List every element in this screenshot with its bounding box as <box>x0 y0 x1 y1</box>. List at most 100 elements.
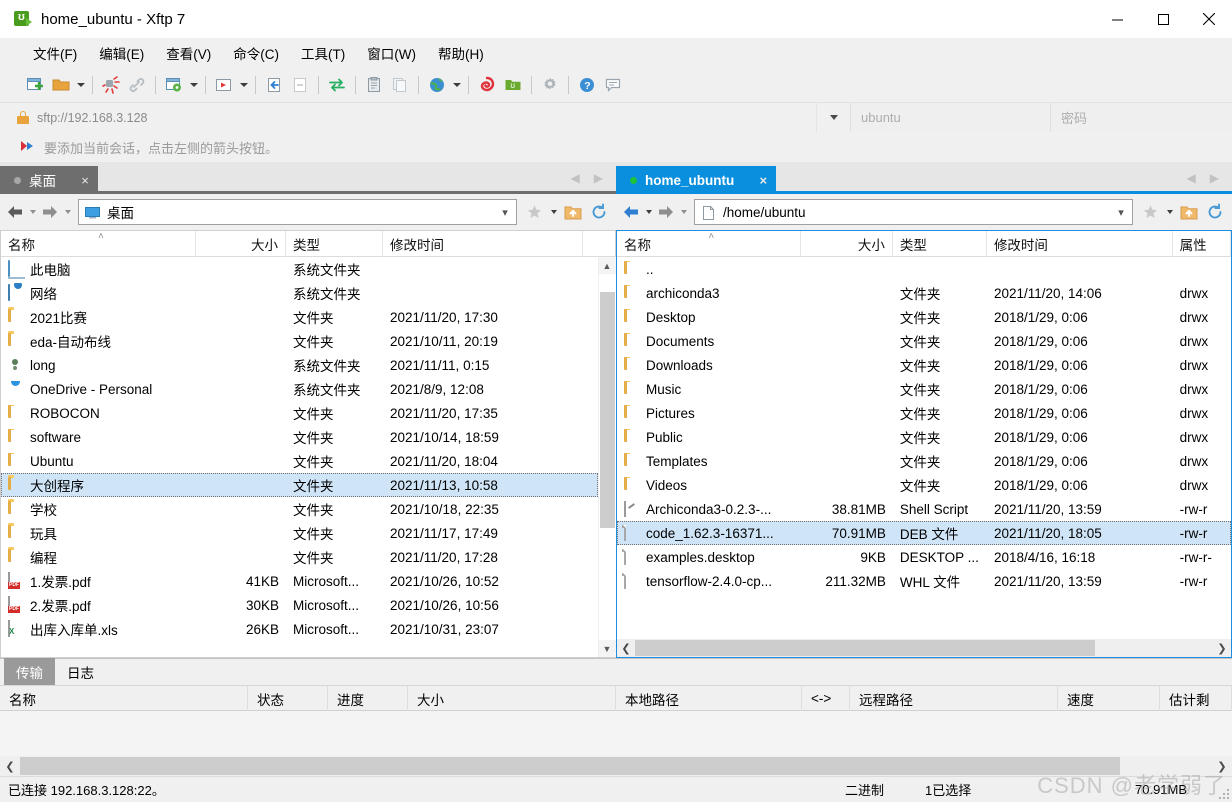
menu-help[interactable]: 帮助(H) <box>427 39 495 67</box>
tab-transfer[interactable]: 传输 <box>4 658 55 686</box>
remote-path-dropdown-icon[interactable]: ▾ <box>1110 206 1132 219</box>
remote-back-button[interactable] <box>620 200 642 224</box>
local-tab-desktop[interactable]: 桌面 × <box>0 166 98 194</box>
column-header-size[interactable]: 大小 <box>801 231 893 257</box>
open-folder-dropdown-icon[interactable] <box>74 72 87 98</box>
transfer-column-header-status[interactable]: 状态 <box>248 686 328 711</box>
transfer-horizontal-scrollbar[interactable]: ❮ ❯ <box>0 756 1232 776</box>
file-row[interactable]: Videos 文件夹 2018/1/29, 0:06 drwx <box>617 473 1231 497</box>
local-bookmark-dropdown-icon[interactable] <box>547 200 560 224</box>
maximize-button[interactable] <box>1140 0 1186 38</box>
column-header-type[interactable]: 类型 <box>286 231 383 257</box>
transfer-column-header-eta[interactable]: 估计剩 <box>1160 686 1232 711</box>
remote-hscroll-track[interactable] <box>635 639 1213 657</box>
remote-hscroll-left-icon[interactable]: ❮ <box>617 639 635 657</box>
remote-up-folder-icon[interactable] <box>1176 199 1202 225</box>
local-path-input[interactable]: 桌面 ▾ <box>78 199 517 225</box>
settings-gear-icon[interactable] <box>537 72 563 98</box>
tab-scroll-left-icon[interactable]: ◀ <box>571 171 580 185</box>
file-row[interactable]: examples.desktop 9KB DESKTOP ... 2018/4/16,… <box>617 545 1231 569</box>
remote-file-rows[interactable]: .. archiconda3 文件夹 2021/11/20, 14:06 drwx Des… <box>617 257 1231 639</box>
file-row[interactable]: 2021比赛 文件夹 2021/11/20, 17:30 <box>1 305 598 329</box>
file-row[interactable]: Archiconda3-0.2.3-... 38.81MB Shell Script… <box>617 497 1231 521</box>
resize-grip[interactable] <box>1217 787 1229 799</box>
menu-window[interactable]: 窗口(W) <box>356 39 427 67</box>
menu-command[interactable]: 命令(C) <box>222 39 290 67</box>
local-vertical-scrollbar[interactable]: ▲ ▼ <box>598 257 616 657</box>
remote-tab-close-icon[interactable]: × <box>756 173 770 188</box>
file-row[interactable]: long 系统文件夹 2021/11/11, 0:15 <box>1 353 598 377</box>
menu-file[interactable]: 文件(F) <box>22 39 88 67</box>
file-row[interactable]: Templates 文件夹 2018/1/29, 0:06 drwx <box>617 449 1231 473</box>
remote-forward-dropdown-icon[interactable] <box>677 200 690 224</box>
column-header-mtime[interactable]: 修改时间 <box>383 231 583 257</box>
local-scroll-track[interactable] <box>598 274 616 640</box>
paste-icon[interactable] <box>361 72 387 98</box>
file-row[interactable]: 大创程序 文件夹 2021/11/13, 10:58 <box>1 473 598 497</box>
session-properties-icon[interactable] <box>161 72 187 98</box>
remote-bookmark-dropdown-icon[interactable] <box>1163 200 1176 224</box>
menu-edit[interactable]: 编辑(E) <box>88 39 155 67</box>
file-row[interactable]: 2.发票.pdf 30KB Microsoft... 2021/10/26, 10:5… <box>1 593 598 617</box>
open-folder-icon[interactable] <box>48 72 74 98</box>
file-row[interactable]: Ubuntu 文件夹 2021/11/20, 18:04 <box>1 449 598 473</box>
file-row[interactable]: Public 文件夹 2018/1/29, 0:06 drwx <box>617 425 1231 449</box>
local-back-dropdown-icon[interactable] <box>26 200 39 224</box>
local-back-button[interactable] <box>4 200 26 224</box>
file-row[interactable]: 出库入库单.xls 26KB Microsoft... 2021/10/31, 23:… <box>1 617 598 641</box>
menu-view[interactable]: 查看(V) <box>155 39 222 67</box>
transfer-hscroll-thumb[interactable] <box>20 757 1120 775</box>
local-file-rows[interactable]: 此电脑 系统文件夹 网络 系统文件夹 2021比赛 文件夹 2021/11/20, 17:3… <box>1 257 598 657</box>
tab-scroll-right-icon[interactable]: ▶ <box>594 171 603 185</box>
transfer-hscroll-right-icon[interactable]: ❯ <box>1212 756 1232 776</box>
feedback-icon[interactable] <box>600 72 626 98</box>
tab-log[interactable]: 日志 <box>55 658 106 686</box>
local-forward-dropdown-icon[interactable] <box>61 200 74 224</box>
file-row[interactable]: tensorflow-2.4.0-cp... 211.32MB WHL 文件 2021… <box>617 569 1231 593</box>
remote-horizontal-scrollbar[interactable]: ❮ ❯ <box>617 639 1231 657</box>
local-forward-button[interactable] <box>39 200 61 224</box>
file-row[interactable]: Desktop 文件夹 2018/1/29, 0:06 drwx <box>617 305 1231 329</box>
local-scroll-down-icon[interactable]: ▼ <box>598 640 616 657</box>
sync-icon[interactable] <box>324 72 350 98</box>
session-properties-dropdown-icon[interactable] <box>187 72 200 98</box>
column-header-size[interactable]: 大小 <box>196 231 286 257</box>
file-row[interactable]: Music 文件夹 2018/1/29, 0:06 drwx <box>617 377 1231 401</box>
remote-hscroll-thumb[interactable] <box>635 640 1095 656</box>
link-icon[interactable] <box>124 72 150 98</box>
file-row[interactable]: archiconda3 文件夹 2021/11/20, 14:06 drwx <box>617 281 1231 305</box>
file-row[interactable]: eda-自动布线 文件夹 2021/10/11, 20:19 <box>1 329 598 353</box>
file-row[interactable]: 学校 文件夹 2021/10/18, 22:35 <box>1 497 598 521</box>
remote-back-dropdown-icon[interactable] <box>642 200 655 224</box>
url-dropdown-icon[interactable] <box>816 103 850 132</box>
transfer-hscroll-left-icon[interactable]: ❮ <box>0 756 20 776</box>
local-scroll-up-icon[interactable]: ▲ <box>598 257 616 274</box>
column-header-name[interactable]: 名称 ˄ <box>617 231 801 257</box>
transfer-hscroll-track[interactable] <box>20 756 1212 776</box>
local-path-dropdown-icon[interactable]: ▾ <box>494 206 516 219</box>
password-field[interactable]: 密码 <box>1050 103 1232 132</box>
file-row[interactable]: OneDrive - Personal 系统文件夹 2021/8/9, 12:08 <box>1 377 598 401</box>
file-row[interactable]: software 文件夹 2021/10/14, 18:59 <box>1 425 598 449</box>
file-row[interactable]: 编程 文件夹 2021/11/20, 17:28 <box>1 545 598 569</box>
transfer-column-header-progress[interactable]: 进度 <box>328 686 408 711</box>
tab-scroll-right-icon[interactable]: ▶ <box>1210 171 1219 185</box>
file-row[interactable]: ROBOCON 文件夹 2021/11/20, 17:35 <box>1 401 598 425</box>
local-bookmark-icon[interactable] <box>521 199 547 225</box>
remote-path-input[interactable]: /home/ubuntu ▾ <box>694 199 1133 225</box>
minimize-button[interactable] <box>1094 0 1140 38</box>
file-row[interactable]: Downloads 文件夹 2018/1/29, 0:06 drwx <box>617 353 1231 377</box>
transfer-rows[interactable] <box>0 711 1232 756</box>
help-icon[interactable]: ? <box>574 72 600 98</box>
file-row[interactable]: Documents 文件夹 2018/1/29, 0:06 drwx <box>617 329 1231 353</box>
copy-icon[interactable] <box>387 72 413 98</box>
remote-hscroll-right-icon[interactable]: ❯ <box>1213 639 1231 657</box>
file-row[interactable]: Pictures 文件夹 2018/1/29, 0:06 drwx <box>617 401 1231 425</box>
transfer-column-header-size[interactable]: 大小 <box>408 686 616 711</box>
local-refresh-icon[interactable] <box>586 199 612 225</box>
new-session-icon[interactable] <box>22 72 48 98</box>
xshell-icon[interactable] <box>474 72 500 98</box>
transfer-column-header-name[interactable]: 名称 <box>0 686 248 711</box>
local-scroll-thumb[interactable] <box>599 292 615 528</box>
column-header-type[interactable]: 类型 <box>893 231 987 257</box>
